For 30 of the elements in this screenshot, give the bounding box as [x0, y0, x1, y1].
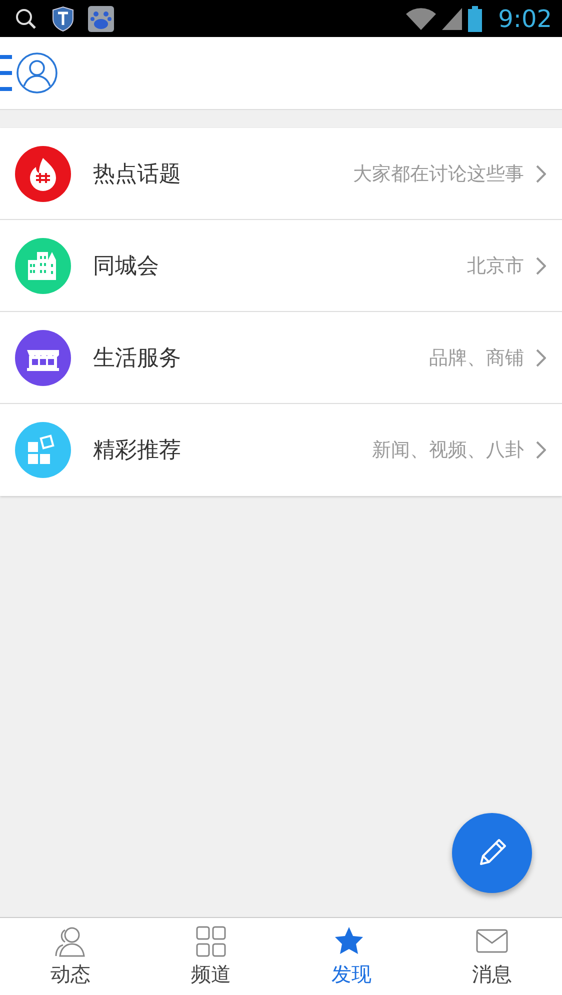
wifi-icon — [406, 8, 436, 30]
list-item[interactable]: 同城会 北京市 — [0, 220, 562, 312]
nav-tab[interactable]: 频道 — [140, 918, 281, 995]
nav-tab[interactable]: 消息 — [422, 918, 562, 995]
item-title: 热点话题 — [93, 160, 182, 188]
list-item[interactable]: 热点话题 大家都在讨论这些事 — [0, 128, 562, 220]
item-subtitle: 北京市 — [467, 254, 524, 278]
paw-icon — [88, 6, 114, 32]
item-subtitle: 大家都在讨论这些事 — [353, 162, 524, 186]
chevron-icon — [536, 441, 546, 459]
item-subtitle: 品牌、商铺 — [429, 346, 524, 370]
clock-time: 9:02 — [498, 4, 552, 32]
search-icon — [14, 6, 38, 30]
signal-icon — [442, 8, 462, 30]
battery-icon — [468, 6, 482, 32]
chevron-icon — [536, 256, 546, 274]
chevron-icon — [536, 348, 546, 366]
nav-tab[interactable]: 发现 — [281, 918, 422, 995]
list-item[interactable]: 生活服务 品牌、商铺 — [0, 312, 562, 404]
shield-icon — [52, 6, 74, 32]
item-title: 生活服务 — [93, 344, 182, 372]
list-item[interactable]: 精彩推荐 新闻、视频、八卦 — [0, 404, 562, 496]
item-title: 精彩推荐 — [93, 437, 182, 465]
item-subtitle: 新闻、视频、八卦 — [372, 438, 524, 463]
compose-button[interactable] — [452, 813, 532, 893]
item-title: 同城会 — [93, 252, 160, 280]
menu-icon[interactable] — [0, 54, 12, 92]
user-avatar-icon[interactable] — [16, 52, 58, 94]
chevron-icon — [536, 164, 546, 182]
nav-tab[interactable]: 动态 — [0, 918, 140, 995]
